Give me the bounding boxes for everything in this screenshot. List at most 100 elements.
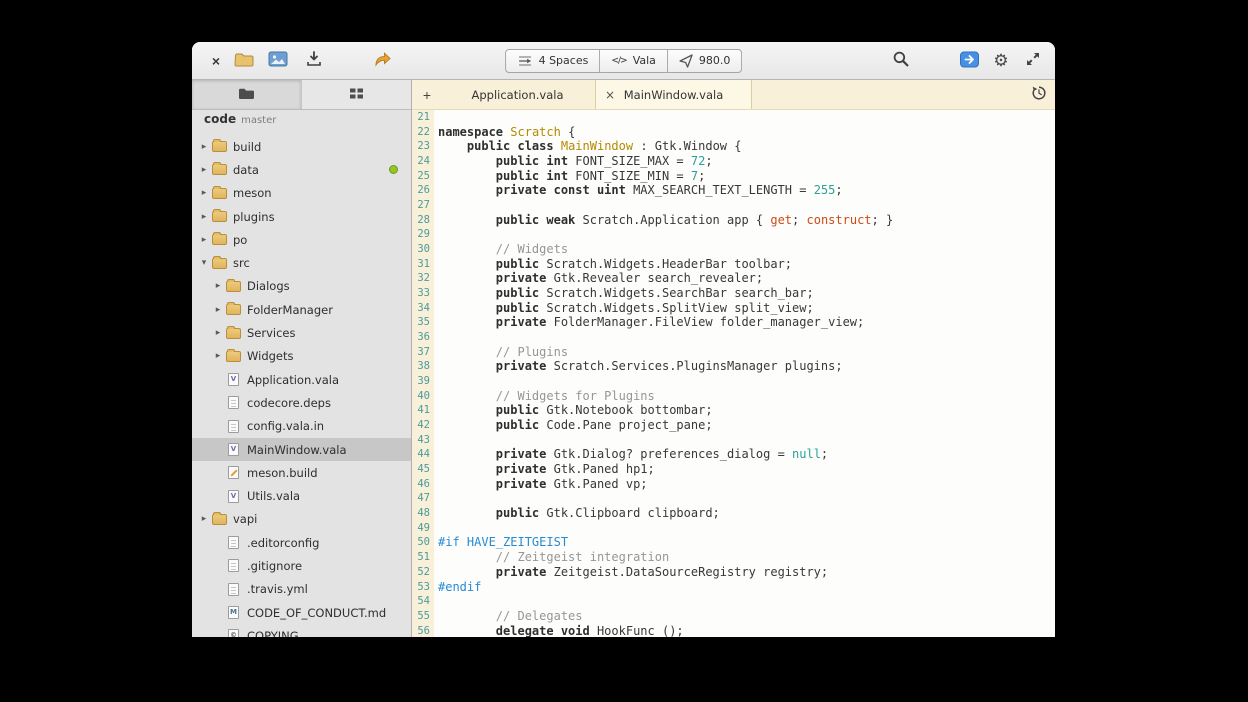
tree-item-label: CODE_OF_CONDUCT.md [247, 606, 386, 620]
code-text: delegate void HookFunc (); [434, 624, 684, 637]
folder-icon [226, 328, 241, 339]
code-text: private Gtk.Revealer search_revealer; [434, 271, 763, 286]
close-tab-icon[interactable]: × [605, 88, 615, 102]
tree-items: ▸build▸data▸meson▸plugins▸po▾src▸Dialogs… [192, 135, 411, 637]
tree-item-src[interactable]: ▾src [192, 251, 411, 274]
code-text [434, 594, 438, 609]
chevron-right-icon[interactable]: ▸ [212, 328, 224, 338]
tree-item-dialogs[interactable]: ▸ Dialogs [192, 275, 411, 298]
tree-item-label: Utils.vala [247, 489, 300, 503]
sidebar-tab-outline[interactable] [302, 80, 411, 109]
code-text: public Scratch.Widgets.SearchBar search_… [434, 286, 814, 301]
tree-item-plugins[interactable]: ▸ plugins [192, 205, 411, 228]
share-button[interactable] [368, 47, 396, 74]
code-line: 47 [412, 491, 1055, 506]
tree-item-codecore-deps[interactable]: codecore.deps [192, 391, 411, 414]
editor-pane: + Application.vala × MainWindow.vala [412, 80, 1055, 637]
indent-width-button[interactable]: 4 Spaces [505, 49, 601, 73]
chevron-right-icon[interactable]: ▸ [198, 142, 210, 152]
code-text: // Plugins [434, 345, 568, 360]
chevron-right-icon[interactable]: ▸ [198, 188, 210, 198]
tab-application-vala[interactable]: Application.vala [440, 80, 595, 109]
chevron-right-icon[interactable]: ▸ [212, 351, 224, 361]
close-button[interactable]: × [202, 47, 230, 74]
line-number: 49 [412, 521, 434, 536]
line-number: 50 [412, 535, 434, 550]
goto-label: 980.0 [699, 54, 731, 67]
save-download-icon [305, 50, 323, 71]
code-line: 21 [412, 110, 1055, 125]
language-button[interactable]: </> Vala [600, 49, 668, 73]
line-number: 38 [412, 359, 434, 374]
sidebar-tab-files[interactable] [192, 80, 302, 109]
chevron-right-icon[interactable]: ▸ [212, 281, 224, 291]
code-line: 43 [412, 433, 1055, 448]
project-header[interactable]: code master [192, 110, 411, 135]
folder-icon [212, 211, 227, 222]
chevron-right-icon[interactable]: ▸ [198, 235, 210, 245]
chevron-down-icon[interactable]: ▾ [198, 258, 210, 268]
code-text: namespace Scratch { [434, 125, 575, 140]
folder-icon [212, 188, 227, 199]
tree-item-meson[interactable]: ▸meson [192, 182, 411, 205]
line-number: 37 [412, 345, 434, 360]
tree-item--gitignore[interactable]: .gitignore [192, 554, 411, 577]
gear-icon: ⚙ [993, 51, 1008, 71]
tree-item-label: Dialogs [247, 279, 290, 293]
tree-item-copying[interactable]: ©COPYING [192, 624, 411, 637]
chevron-right-icon[interactable]: ▸ [198, 514, 210, 524]
tree-item--travis-yml[interactable]: .travis.yml [192, 578, 411, 601]
tree-item--editorconfig[interactable]: .editorconfig [192, 531, 411, 554]
vala-file-icon: V [228, 443, 239, 456]
tree-item-vapi[interactable]: ▸vapi [192, 508, 411, 531]
line-number: 35 [412, 315, 434, 330]
fullscreen-button[interactable] [1019, 47, 1047, 74]
line-number: 28 [412, 213, 434, 228]
tree-item-services[interactable]: ▸Services [192, 321, 411, 344]
chevron-right-icon[interactable]: ▸ [212, 305, 224, 315]
new-tab-button[interactable]: + [414, 80, 440, 109]
code-line: 40 // Widgets for Plugins [412, 389, 1055, 404]
open-folder-button[interactable] [230, 47, 258, 74]
code-line: 35 private FolderManager.FileView folder… [412, 315, 1055, 330]
language-label: Vala [633, 54, 656, 67]
code-line: 38 private Scratch.Services.PluginsManag… [412, 359, 1055, 374]
tree-item-code-of-conduct-md[interactable]: MCODE_OF_CONDUCT.md [192, 601, 411, 624]
chevron-right-icon[interactable]: ▸ [198, 212, 210, 222]
code-line: 30 // Widgets [412, 242, 1055, 257]
code-line: 39 [412, 374, 1055, 389]
code-line: 42 public Code.Pane project_pane; [412, 418, 1055, 433]
search-button[interactable] [887, 47, 915, 74]
vcs-status-dot [389, 165, 398, 174]
code-view[interactable]: 2122namespace Scratch {23 public class M… [412, 110, 1055, 637]
tree-item-application-vala[interactable]: VApplication.vala [192, 368, 411, 391]
tab-mainwindow-vala[interactable]: × MainWindow.vala [595, 80, 752, 109]
tree-item-label: .travis.yml [247, 582, 308, 596]
save-as-button[interactable] [300, 47, 328, 74]
code-text: private Scratch.Services.PluginsManager … [434, 359, 843, 374]
tree-item-config-vala-in[interactable]: config.vala.in [192, 415, 411, 438]
tree-item-label: plugins [233, 210, 275, 224]
goto-line-button[interactable]: 980.0 [668, 49, 743, 73]
indent-icon [517, 55, 533, 67]
chevron-right-icon[interactable]: ▸ [198, 165, 210, 175]
tree-item-build[interactable]: ▸build [192, 135, 411, 158]
export-button[interactable] [955, 47, 983, 74]
tree-item-widgets[interactable]: ▸Widgets [192, 345, 411, 368]
settings-button[interactable]: ⚙ [987, 47, 1015, 74]
tree-item-utils-vala[interactable]: VUtils.vala [192, 484, 411, 507]
line-number: 23 [412, 139, 434, 154]
tree-item-foldermanager[interactable]: ▸FolderManager [192, 298, 411, 321]
code-text: public class MainWindow : Gtk.Window { [434, 139, 741, 154]
project-name: code [204, 112, 236, 126]
code-line: 28 public weak Scratch.Application app {… [412, 213, 1055, 228]
tree-item-mainwindow-vala[interactable]: VMainWindow.vala [192, 438, 411, 461]
line-number: 25 [412, 169, 434, 184]
tree-item-po[interactable]: ▸po [192, 228, 411, 251]
code-line: 24 public int FONT_SIZE_MAX = 72; [412, 154, 1055, 169]
templates-button[interactable] [264, 47, 292, 74]
tree-item-meson-build[interactable]: meson.build [192, 461, 411, 484]
history-button[interactable] [1023, 80, 1055, 109]
tree-item-label: meson.build [247, 466, 318, 480]
tree-item-data[interactable]: ▸data [192, 158, 411, 181]
